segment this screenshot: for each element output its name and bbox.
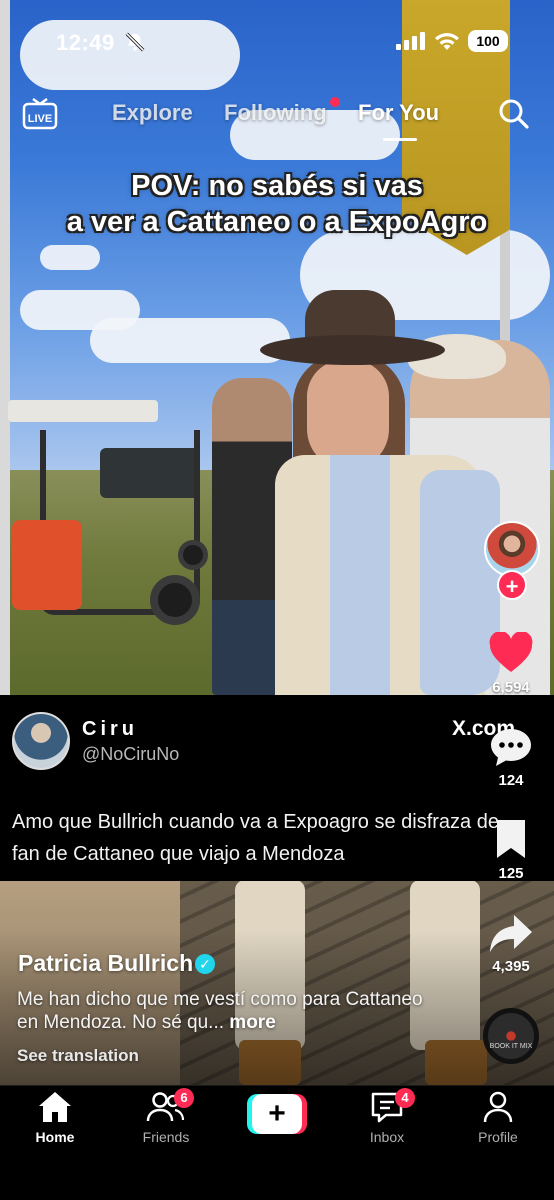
tweet-text: Amo que Bullrich cuando va a Expoagro se… <box>12 811 499 865</box>
creator-avatar[interactable] <box>484 521 540 577</box>
face <box>307 360 389 470</box>
inbox-badge: 4 <box>395 1088 415 1108</box>
follow-plus-button[interactable]: + <box>497 570 527 600</box>
cellular-signal-icon <box>396 32 425 50</box>
tab-profile-label: Profile <box>478 1129 518 1145</box>
brown-hat <box>260 290 445 368</box>
live-icon[interactable]: LIVE <box>22 98 58 130</box>
following-notification-dot <box>330 97 340 107</box>
battery-icon: 100 <box>468 30 508 52</box>
mute-bell-icon <box>125 32 145 52</box>
golf-cart-roof <box>8 400 158 422</box>
video-caption: POV: no sabés si vas a ver a Cattaneo o … <box>20 168 534 240</box>
tab-for-you[interactable]: For You <box>358 100 439 126</box>
profile-icon <box>483 1091 513 1123</box>
home-icon <box>39 1092 71 1122</box>
like-count: 6,594 <box>492 679 530 696</box>
wifi-icon <box>435 33 459 50</box>
share-count: 4,395 <box>492 958 530 975</box>
tab-following[interactable]: Following <box>224 100 327 126</box>
flagpole <box>0 0 10 695</box>
like-heart-icon[interactable] <box>488 632 534 674</box>
woman-in-hat <box>275 340 500 695</box>
comment-count: 124 <box>498 772 524 789</box>
wheel <box>178 540 208 570</box>
post-description[interactable]: Me han dicho que me vestí como para Catt… <box>17 988 437 1034</box>
verified-badge-icon: ✓ <box>195 954 215 974</box>
video-player[interactable] <box>0 0 554 1085</box>
search-icon[interactable] <box>498 98 530 130</box>
shirt <box>330 455 390 695</box>
caption-line-1: POV: no sabés si vas <box>131 170 423 202</box>
tweet-avatar <box>12 712 70 770</box>
tweet-handle: @NoCiruNo <box>82 744 180 764</box>
golf-cart-body <box>12 520 82 610</box>
hat-brim <box>260 335 445 365</box>
cloud <box>40 245 100 270</box>
post-author[interactable]: Patricia Bullrich <box>18 950 193 977</box>
see-translation-link[interactable]: See translation <box>17 1046 139 1066</box>
active-tab-indicator <box>383 138 417 141</box>
tweet-author-name: Ciru <box>82 718 138 740</box>
tab-home-label: Home <box>35 1129 75 1145</box>
friends-badge: 6 <box>174 1088 194 1108</box>
wheel <box>150 575 200 625</box>
more-link[interactable]: more <box>229 1012 275 1033</box>
live-label: LIVE <box>28 113 52 125</box>
plus-icon: + <box>252 1094 302 1134</box>
bookmark-icon[interactable] <box>488 818 534 860</box>
status-time: 12:49 <box>56 30 115 55</box>
create-button[interactable]: + <box>247 1094 307 1134</box>
share-arrow-icon[interactable] <box>488 912 534 954</box>
tab-friends-label: Friends <box>142 1129 190 1145</box>
music-disc-icon[interactable] <box>483 1008 539 1064</box>
sound-label: BOOK IT MIX <box>489 1043 533 1050</box>
tab-inbox-label: Inbox <box>369 1129 405 1145</box>
tab-explore[interactable]: Explore <box>112 100 193 126</box>
description-text: Me han dicho que me vestí como para Catt… <box>17 989 423 1033</box>
caption-line-2: a ver a Cattaneo o a ExpoAgro <box>66 206 488 238</box>
comment-bubble-icon[interactable] <box>488 726 534 768</box>
save-count: 125 <box>498 865 524 882</box>
